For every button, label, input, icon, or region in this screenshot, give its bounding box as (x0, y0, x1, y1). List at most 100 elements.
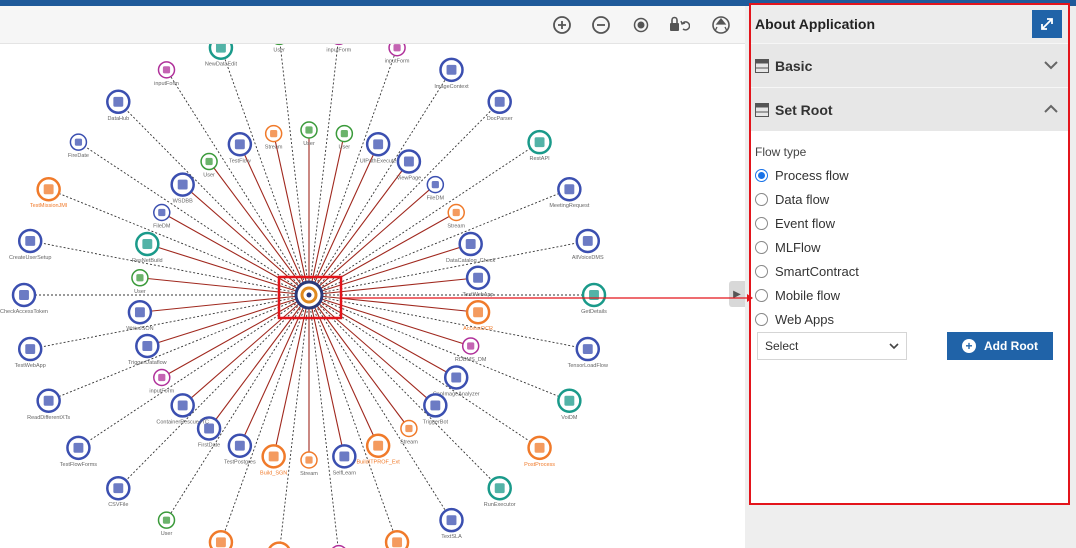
graph-node[interactable]: User (300, 121, 318, 147)
graph-node[interactable]: Stream (400, 419, 418, 445)
graph-node[interactable]: FileDM (426, 175, 445, 202)
graph-node[interactable]: User (131, 269, 149, 295)
section-basic[interactable]: Basic (751, 43, 1068, 87)
flow-type-option[interactable]: Web Apps (755, 307, 1064, 331)
graph-node[interactable]: FileDM (153, 203, 171, 230)
flow-type-option-label: Data flow (775, 191, 830, 207)
graph-node[interactable]: RunExecutor (484, 475, 516, 508)
root-select[interactable]: Select (757, 332, 907, 360)
graph-node[interactable]: NewDataEdit (205, 44, 238, 68)
graph-node[interactable]: Build_SGN (260, 444, 287, 476)
graph-node[interactable]: inputForm (149, 368, 175, 395)
panel-header: About Application (751, 5, 1068, 43)
graph-node-label: TestFlowForms (60, 462, 98, 468)
graph-node[interactable]: Eskalational (206, 530, 236, 548)
set-root-form: Flow type Process flow Data flow Event flo… (751, 131, 1068, 331)
radio-button[interactable] (755, 240, 768, 254)
graph-node-label: User (339, 145, 351, 151)
graph-node[interactable]: TensorLoadFlow (568, 336, 608, 369)
graph-node[interactable]: TestFlowForms (60, 435, 98, 468)
graph-node-label: ResNetBuild (132, 258, 163, 264)
zoom-in-icon[interactable] (551, 14, 573, 36)
graph-node[interactable]: BuildITPROF_Ext (356, 433, 400, 466)
layout-icon[interactable] (710, 14, 732, 36)
zoom-out-icon[interactable] (590, 14, 612, 36)
graph-node[interactable]: CreateUserSetup (9, 228, 52, 261)
graph-node[interactable]: TestWebApp (15, 336, 46, 369)
graph-node[interactable]: TextSLA (439, 507, 464, 540)
graph-node[interactable]: TestWebApp (463, 265, 494, 298)
radio-button[interactable] (755, 312, 768, 326)
process-icon (113, 96, 124, 107)
graph-node[interactable]: WriteJSON (126, 299, 154, 332)
radio-button[interactable] (755, 216, 768, 230)
graph-node[interactable]: inputForm (154, 61, 179, 87)
center-icon[interactable] (630, 14, 652, 36)
graph-node[interactable]: User (157, 511, 176, 537)
radio-button[interactable] (755, 264, 768, 278)
graph-node[interactable]: CSVFile (106, 475, 131, 508)
process-icon (177, 179, 188, 190)
center-root-node[interactable] (294, 280, 324, 310)
radio-button[interactable] (755, 168, 768, 182)
graph-node[interactable]: inputForm (385, 44, 410, 65)
graph-node[interactable]: TriggerBot (423, 393, 449, 425)
graph-node[interactable]: RDBMS_DM (455, 337, 487, 363)
graph-node[interactable]: Stream (265, 124, 283, 151)
graph-node[interactable]: GetDetails (581, 282, 607, 315)
graph-node[interactable]: User (200, 152, 218, 179)
graph-node[interactable]: TestMissionJMI (30, 176, 68, 209)
flow-type-option[interactable]: Event flow (755, 211, 1064, 235)
graph-canvas[interactable]: User inputForm User inputForm UIPathExecute I… (0, 44, 745, 548)
graph-node[interactable]: CheckAccessToken (0, 282, 48, 315)
graph-node[interactable]: UIPathExecute (360, 132, 397, 164)
flow-type-option[interactable]: MLFlow (755, 235, 1064, 259)
graph-node[interactable]: DataHub (106, 89, 131, 122)
graph-node[interactable]: VoiDM (557, 388, 582, 421)
graph-node[interactable]: AccessOCR (463, 299, 493, 332)
graph-node[interactable]: Stream (300, 451, 318, 477)
graph-node[interactable]: User (335, 124, 354, 151)
graph-node[interactable]: Stream (447, 203, 466, 230)
graph-node[interactable]: ImageContext (434, 57, 469, 90)
root-select-value: Select (765, 339, 799, 353)
flow-type-option[interactable]: Process flow (755, 163, 1064, 187)
flow-type-option[interactable]: Mobile flow (755, 283, 1064, 307)
graph-node[interactable]: TestPostgres (224, 433, 256, 466)
add-root-label: Add Root (984, 339, 1038, 353)
lock-refresh-icon[interactable] (668, 14, 690, 36)
expand-button[interactable] (1032, 10, 1062, 38)
graph-node[interactable]: TriggerDataflow (128, 333, 167, 366)
radio-button[interactable] (755, 192, 768, 206)
flow-type-option[interactable]: Data flow (755, 187, 1064, 211)
graph-node[interactable]: inputForm (326, 44, 352, 53)
graph-node[interactable]: TestKafka (267, 541, 292, 548)
graph-node[interactable]: RestAPI (527, 129, 552, 162)
graph-node-label: User (161, 531, 173, 537)
graph-node[interactable]: TestFlow (227, 132, 253, 164)
graph-node-label: TriggerBot (423, 419, 449, 425)
flow-graph[interactable]: User inputForm User inputForm UIPathExecute I… (0, 44, 745, 548)
globe-icon (25, 344, 36, 355)
graph-node[interactable]: AllVoiceDMS (572, 228, 604, 261)
graph-node[interactable]: ViewPage (397, 149, 422, 182)
graph-node[interactable]: PostProcess (524, 435, 555, 468)
section-set-root[interactable]: Set Root (751, 87, 1068, 131)
process-icon (465, 239, 476, 249)
graph-node[interactable]: SelfLearn (332, 444, 357, 476)
graph-node[interactable]: ContainerRescueJTC (156, 393, 209, 425)
graph-node[interactable]: WSDBB (170, 172, 195, 205)
graph-node[interactable]: ResNetBuild (132, 231, 163, 264)
graph-node[interactable]: FireDate (68, 133, 89, 159)
graph-node-label: DataHub (107, 116, 129, 122)
flow-type-option[interactable]: SmartContract (755, 259, 1064, 283)
graph-node[interactable]: User (271, 44, 287, 53)
graph-node[interactable]: OCRTest (384, 530, 410, 548)
add-root-button[interactable]: + Add Root (947, 332, 1053, 360)
graph-node-circle[interactable] (268, 541, 291, 548)
radio-button[interactable] (755, 288, 768, 302)
graph-node[interactable]: MeetingRequest (549, 176, 590, 209)
graph-node[interactable]: DocParser (487, 89, 513, 122)
collapse-panel-toggle[interactable]: ▶ (729, 281, 745, 307)
graph-node[interactable]: DataCatalog_Check (446, 231, 496, 264)
